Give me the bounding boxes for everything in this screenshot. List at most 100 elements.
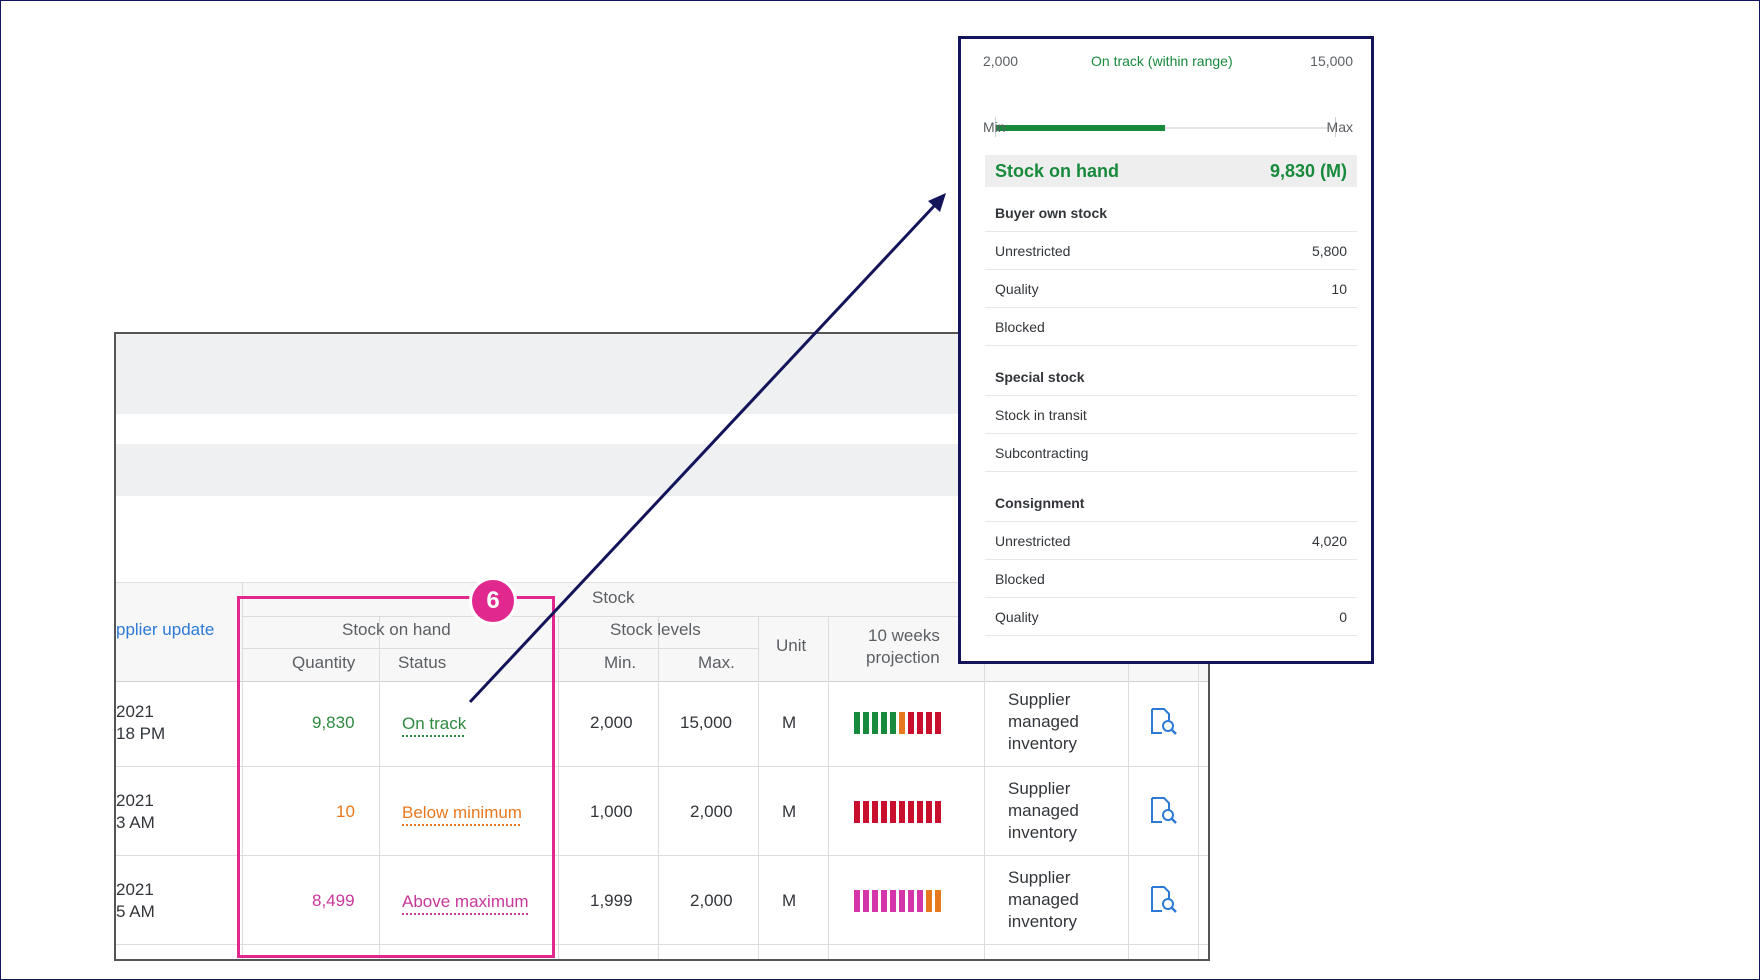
section-title: Special stock bbox=[985, 357, 1357, 396]
section-title: Buyer own stock bbox=[985, 193, 1357, 232]
row-unit: M bbox=[782, 713, 797, 732]
stock-detail-row: Blocked bbox=[985, 559, 1357, 598]
projection-week-bar bbox=[935, 712, 941, 734]
projection-week-bar bbox=[917, 712, 923, 734]
stock-detail-row: Stock in transit bbox=[985, 395, 1357, 434]
projection-week-bar bbox=[935, 890, 941, 912]
row-min: 1,999 bbox=[590, 891, 633, 910]
stock-detail-label: Quality bbox=[995, 281, 1039, 297]
document-search-icon[interactable] bbox=[1148, 795, 1178, 825]
section-title-text: Consignment bbox=[995, 495, 1085, 511]
projection-week-bar bbox=[881, 801, 887, 823]
stock-detail-row: Unrestricted 4,020 bbox=[985, 521, 1357, 560]
stock-detail-value: 4,020 bbox=[1311, 533, 1347, 549]
projection-week-bar bbox=[881, 890, 887, 912]
projection-week-bar bbox=[917, 890, 923, 912]
row-date: 2021 bbox=[116, 791, 154, 810]
stock-detail-label: Subcontracting bbox=[995, 445, 1089, 461]
projection-bars[interactable] bbox=[854, 801, 941, 823]
step-badge: 6 bbox=[469, 577, 517, 625]
max-header[interactable]: Max. bbox=[698, 653, 735, 673]
projection-week-bar bbox=[908, 712, 914, 734]
row-unit: M bbox=[782, 891, 797, 910]
projection-week-bar bbox=[890, 712, 896, 734]
range-status: On track (within range) bbox=[1091, 53, 1233, 69]
stock-on-hand-summary: Stock on hand 9,830 (M) bbox=[985, 155, 1357, 187]
range-min-label: Min bbox=[983, 119, 1006, 135]
section-title: Consignment bbox=[985, 483, 1357, 522]
row-max: 2,000 bbox=[690, 802, 733, 821]
projection-week-bar bbox=[863, 890, 869, 912]
stock-detail-label: Stock in transit bbox=[995, 407, 1087, 423]
row-type-line3: inventory bbox=[1008, 823, 1077, 842]
stock-popover: 2,000 On track (within range) 15,000 Min… bbox=[958, 36, 1374, 664]
projection-bars[interactable] bbox=[854, 712, 941, 734]
status-highlight-box bbox=[237, 596, 555, 958]
projection-week-bar bbox=[872, 712, 878, 734]
stock-detail-row: Subcontracting bbox=[985, 433, 1357, 472]
stock-detail-label: Quality bbox=[995, 609, 1039, 625]
row-type-line1: Supplier bbox=[1008, 779, 1071, 798]
projection-week-bar bbox=[926, 801, 932, 823]
projection-header-line2: projection bbox=[866, 648, 940, 667]
row-time: 3 AM bbox=[116, 813, 155, 832]
stock-on-hand-value: 9,830 (M) bbox=[1269, 161, 1347, 181]
row-date: 2021 bbox=[116, 702, 154, 721]
stock-detail-label: Blocked bbox=[995, 571, 1045, 587]
row-type-line1: Supplier bbox=[1008, 868, 1071, 887]
projection-week-bar bbox=[872, 801, 878, 823]
stock-detail-value: 10 bbox=[1331, 281, 1347, 297]
range-min-value: 2,000 bbox=[983, 53, 1019, 69]
range-max-value: 15,000 bbox=[1310, 53, 1353, 69]
projection-week-bar bbox=[926, 890, 932, 912]
stock-detail-row: Quality 10 bbox=[985, 269, 1357, 308]
stock-detail-row: Quality 0 bbox=[985, 597, 1357, 636]
stock-detail-value: 0 bbox=[1339, 609, 1347, 625]
projection-week-bar bbox=[872, 890, 878, 912]
projection-week-bar bbox=[908, 890, 914, 912]
row-min: 2,000 bbox=[590, 713, 633, 732]
row-type-line2: managed bbox=[1008, 801, 1079, 820]
min-header[interactable]: Min. bbox=[604, 653, 636, 673]
projection-week-bar bbox=[863, 801, 869, 823]
range-fill bbox=[995, 125, 1165, 131]
projection-week-bar bbox=[854, 712, 860, 734]
stock-group-header: Stock bbox=[592, 588, 635, 607]
projection-week-bar bbox=[890, 890, 896, 912]
document-search-icon[interactable] bbox=[1148, 706, 1178, 736]
row-type-line2: managed bbox=[1008, 712, 1079, 731]
row-unit: M bbox=[782, 802, 797, 821]
row-max: 15,000 bbox=[680, 713, 732, 732]
row-type-line1: Supplier bbox=[1008, 690, 1071, 709]
row-date: 2021 bbox=[116, 880, 154, 899]
projection-bars[interactable] bbox=[854, 890, 941, 912]
row-type-line2: managed bbox=[1008, 890, 1079, 909]
projection-week-bar bbox=[935, 801, 941, 823]
projection-week-bar bbox=[881, 712, 887, 734]
projection-week-bar bbox=[854, 890, 860, 912]
stock-detail-row: Blocked bbox=[985, 307, 1357, 346]
projection-week-bar bbox=[863, 712, 869, 734]
stock-levels-header: Stock levels bbox=[610, 620, 701, 639]
unit-header[interactable]: Unit bbox=[776, 636, 806, 656]
stock-detail-label: Blocked bbox=[995, 319, 1045, 335]
range-max-label: Max bbox=[1326, 119, 1353, 135]
projection-week-bar bbox=[917, 801, 923, 823]
row-max: 2,000 bbox=[690, 891, 733, 910]
stock-on-hand-label: Stock on hand bbox=[995, 161, 1120, 181]
section-title-text: Special stock bbox=[995, 369, 1085, 385]
row-time: 5 AM bbox=[116, 902, 155, 921]
stock-detail-label: Unrestricted bbox=[995, 243, 1071, 259]
row-time: 18 PM bbox=[116, 724, 166, 743]
section-title-text: Buyer own stock bbox=[995, 205, 1108, 221]
projection-week-bar bbox=[899, 801, 905, 823]
stock-detail-value: 5,800 bbox=[1311, 243, 1347, 259]
projection-week-bar bbox=[908, 801, 914, 823]
supplier-update-header[interactable]: pplier update bbox=[116, 620, 214, 640]
projection-header-line1: 10 weeks bbox=[868, 626, 940, 645]
projection-week-bar bbox=[926, 712, 932, 734]
document-search-icon[interactable] bbox=[1148, 884, 1178, 914]
projection-week-bar bbox=[854, 801, 860, 823]
row-min: 1,000 bbox=[590, 802, 633, 821]
stock-detail-row: Unrestricted 5,800 bbox=[985, 231, 1357, 270]
